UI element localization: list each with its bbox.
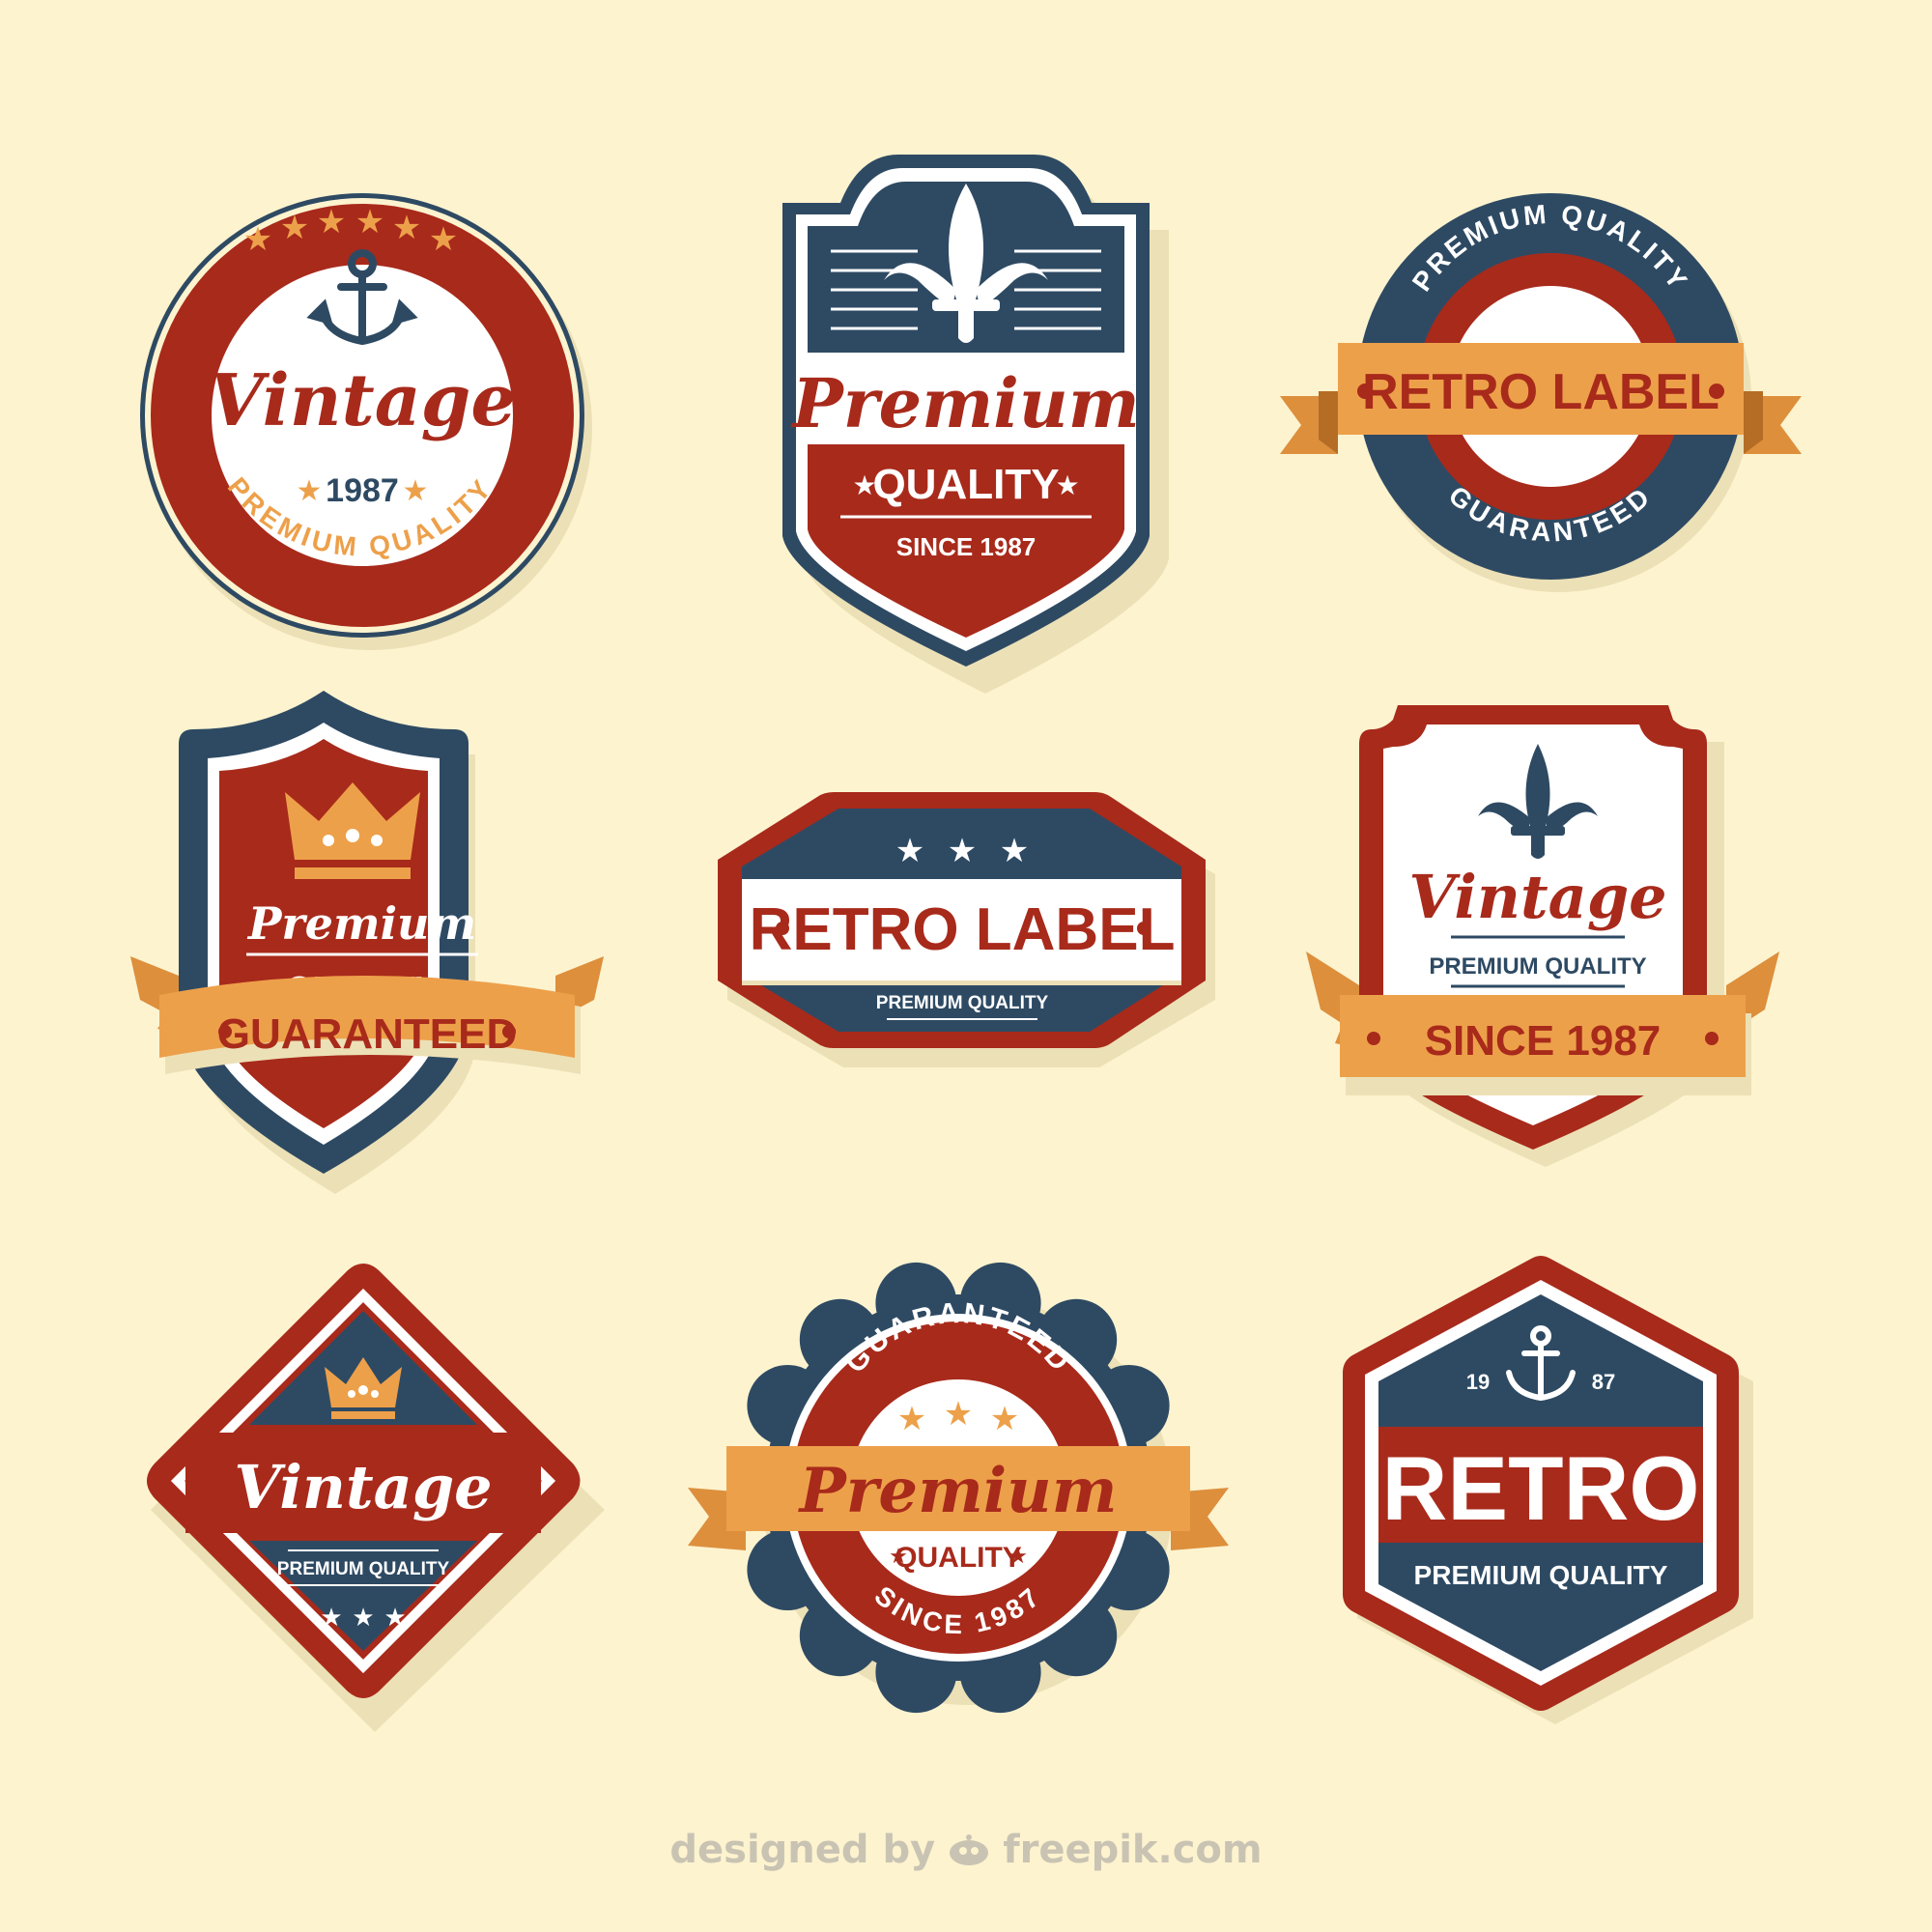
badge-subtitle: PREMIUM QUALITY bbox=[277, 1559, 450, 1579]
badge-title: Vintage bbox=[209, 359, 517, 442]
badge-premium-seal: GUARANTEED SINCE 1987 ★ ★ ★ Premium ★ QUAL… bbox=[688, 1261, 1229, 1715]
ribbon-text: GUARANTEED bbox=[217, 1010, 517, 1058]
svg-text:★: ★ bbox=[392, 210, 421, 246]
svg-text:★: ★ bbox=[990, 1401, 1019, 1437]
badge-retro-label-round: PREMIUM QUALITY GUARANTEED RETRO LABEL bbox=[1280, 188, 1802, 594]
svg-text:★: ★ bbox=[243, 221, 272, 258]
svg-text:★: ★ bbox=[355, 204, 384, 241]
star-right-icon: ★ bbox=[403, 475, 429, 507]
badge-vintage-round: ★ ★ ★ ★ ★ ★ Vintage ★ 1987 ★ PREMIUM QUALITY bbox=[135, 169, 599, 652]
attribution: designed by freepik.com bbox=[0, 1826, 1932, 1874]
ribbon-text: Premium bbox=[798, 1455, 1118, 1527]
svg-text:★: ★ bbox=[317, 204, 346, 241]
badge-year: 1987 bbox=[326, 472, 399, 509]
svg-text:★: ★ bbox=[895, 833, 924, 869]
credit-brand: freepik.com bbox=[1003, 1828, 1263, 1872]
badge-since: SINCE 1987 bbox=[896, 532, 1037, 561]
stars-row: ★ ★ ★ bbox=[895, 833, 1029, 869]
badge-vintage-fleur-shield: Vintage PREMIUM QUALITY SINCE 1987 bbox=[1306, 700, 1779, 1167]
svg-text:★: ★ bbox=[320, 1603, 342, 1632]
stars-row: ★ ★ ★ bbox=[897, 1396, 1019, 1437]
badge-title: Premium bbox=[246, 897, 476, 950]
svg-text:★: ★ bbox=[352, 1603, 374, 1632]
badge-subtitle: PREMIUM QUALITY bbox=[876, 993, 1049, 1013]
badge-retro-label-hexagon: ★ ★ ★ RETRO LABEL PREMIUM QUALITY bbox=[713, 787, 1225, 1077]
badge-subtitle: PREMIUM QUALITY bbox=[1429, 953, 1646, 980]
year-left: 19 bbox=[1466, 1370, 1490, 1394]
ribbon-dot-left bbox=[1367, 1032, 1380, 1045]
ribbon-dot-right bbox=[1705, 1032, 1719, 1045]
star-right-icon: ★ bbox=[1055, 470, 1079, 500]
stars-row: ★ ★ ★ bbox=[320, 1603, 406, 1632]
badge-title: Vintage bbox=[234, 1452, 492, 1522]
freepik-logo-icon bbox=[950, 1834, 989, 1865]
badge-subtitle: QUALITY bbox=[895, 1542, 1022, 1574]
star-right-icon: ★ bbox=[1009, 1544, 1028, 1568]
credit-prefix: designed by bbox=[669, 1828, 936, 1872]
badge-title: Vintage bbox=[1408, 862, 1666, 932]
ribbon-text: RETRO LABEL bbox=[1362, 364, 1719, 420]
badge-title: RETRO LABEL bbox=[750, 896, 1176, 963]
svg-text:★: ★ bbox=[280, 210, 309, 246]
svg-text:★: ★ bbox=[944, 1396, 973, 1433]
badge-vintage-diamond: Vintage PREMIUM QUALITY ★ ★ ★ bbox=[143, 1261, 605, 1732]
svg-text:★: ★ bbox=[1000, 833, 1029, 869]
svg-text:★: ★ bbox=[384, 1603, 406, 1632]
badge-title: Premium bbox=[790, 363, 1140, 443]
svg-text:★: ★ bbox=[948, 833, 977, 869]
badge-premium-crown-shield: Premium ★ QUALITY ★ GUARANTEED bbox=[130, 686, 604, 1198]
badge-premium-shield: Premium ★ QUALITY ★ SINCE 1987 bbox=[773, 155, 1179, 696]
badge-retro-hexagon: 19 87 RETRO PREMIUM QUALITY bbox=[1338, 1251, 1753, 1724]
year-right: 87 bbox=[1592, 1370, 1615, 1394]
badge-subtitle: QUALITY bbox=[872, 461, 1059, 508]
svg-text:★: ★ bbox=[897, 1401, 926, 1437]
ribbon-text: SINCE 1987 bbox=[1425, 1017, 1662, 1065]
badge-subtitle: PREMIUM QUALITY bbox=[1414, 1560, 1668, 1590]
svg-text:★: ★ bbox=[429, 221, 458, 258]
badge-collection: ★ ★ ★ ★ ★ ★ Vintage ★ 1987 ★ PREMIUM QUALITY bbox=[0, 0, 1932, 1932]
badge-title: RETRO bbox=[1382, 1437, 1700, 1539]
star-left-icon: ★ bbox=[297, 475, 323, 507]
